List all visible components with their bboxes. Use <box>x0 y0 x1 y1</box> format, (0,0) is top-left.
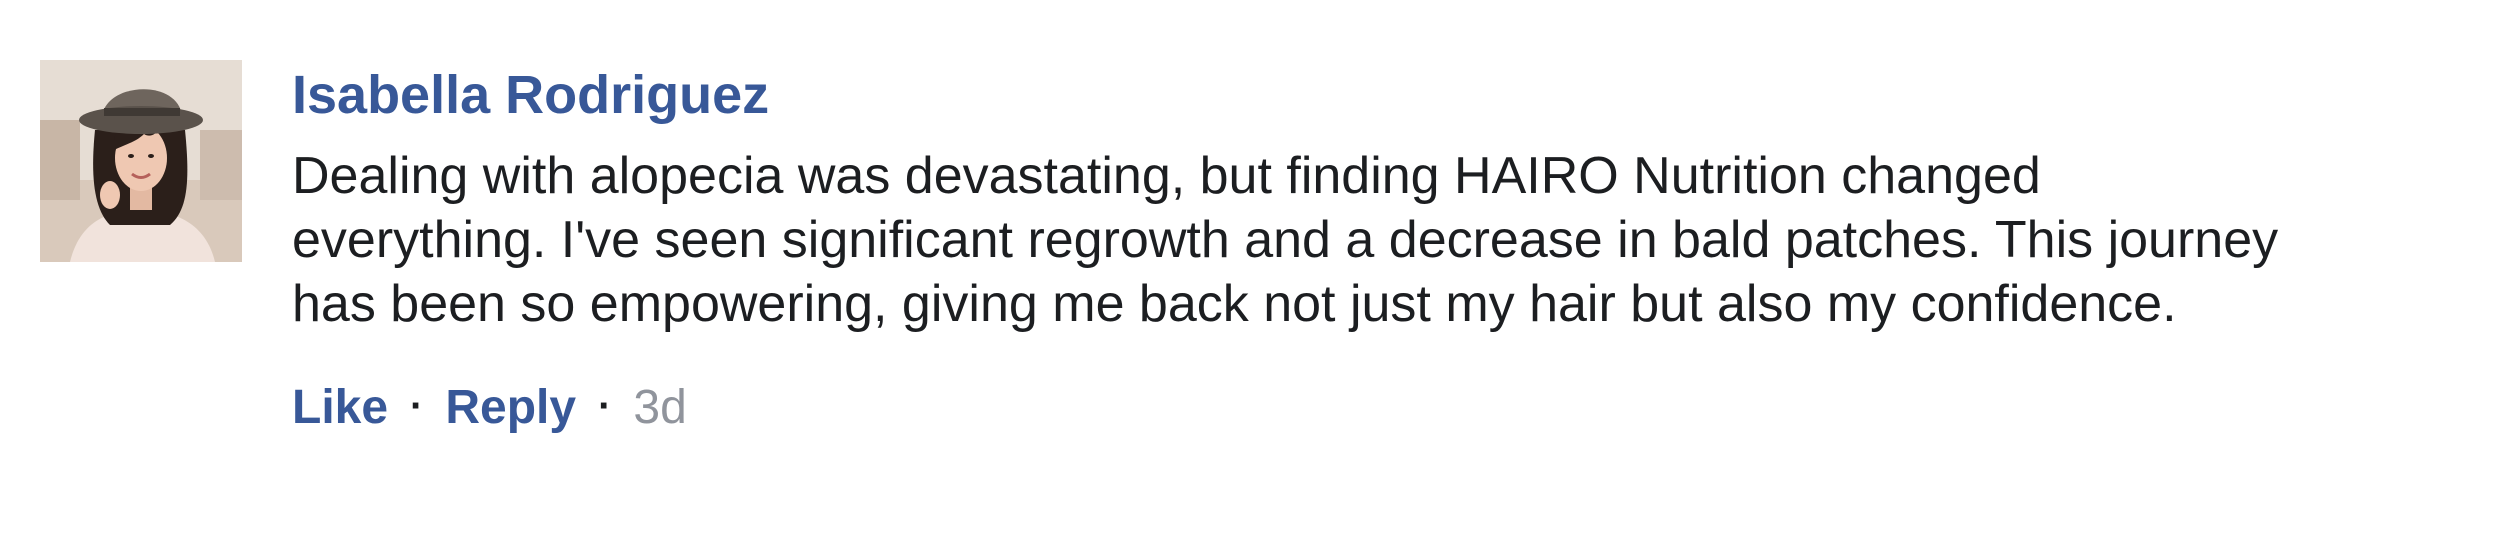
reply-button[interactable]: Reply <box>445 381 576 434</box>
comment-timestamp[interactable]: 3d <box>633 381 686 434</box>
avatar[interactable] <box>40 60 242 262</box>
separator-dot: · <box>598 384 612 428</box>
like-button[interactable]: Like <box>292 381 388 434</box>
comment: Isabella Rodriguez Dealing with alopecia… <box>40 60 2480 500</box>
separator-dot: · <box>410 384 424 428</box>
comment-body: Isabella Rodriguez Dealing with alopecia… <box>292 60 2292 438</box>
profile-photo-icon <box>40 60 242 262</box>
comment-text: Dealing with alopecia was devastating, b… <box>292 147 2279 333</box>
comment-author[interactable]: Isabella Rodriguez <box>292 60 2292 130</box>
comment-actions: Like · Reply · 3d <box>292 378 2292 438</box>
